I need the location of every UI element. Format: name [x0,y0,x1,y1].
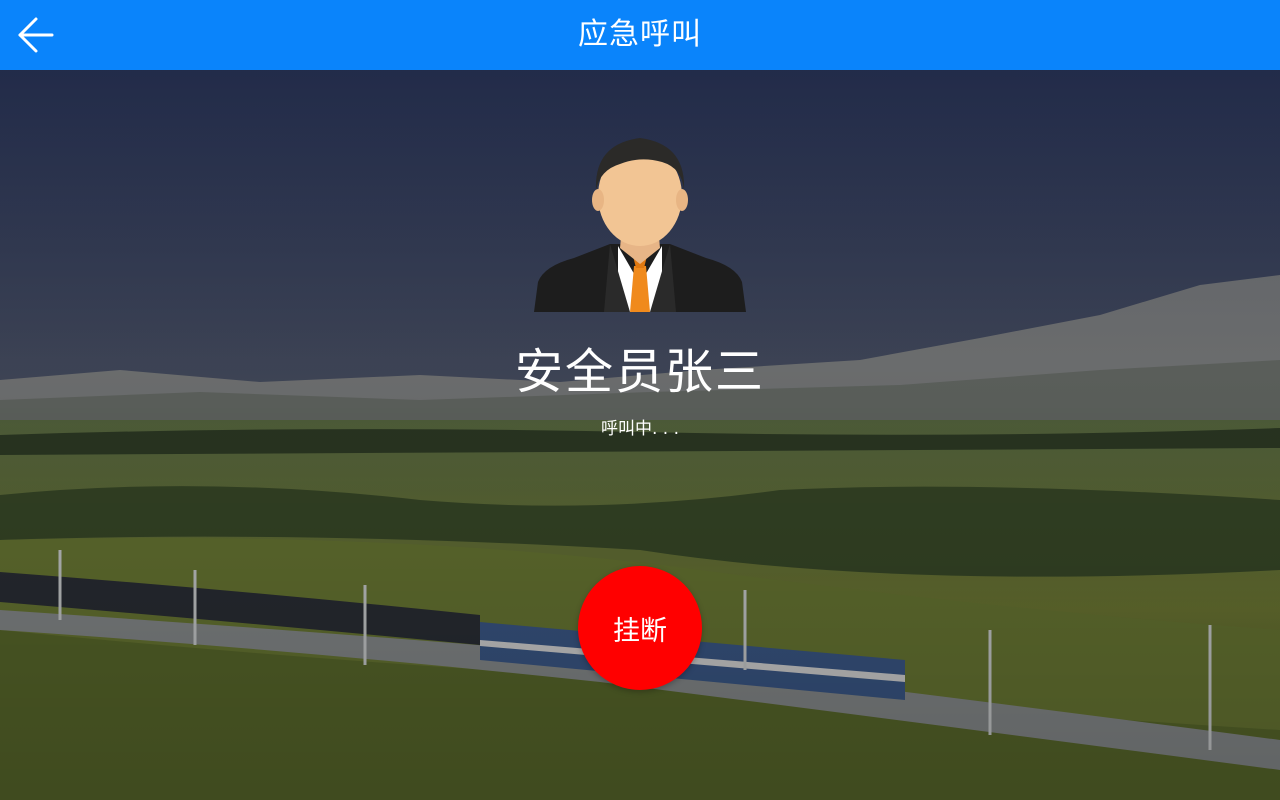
page-title: 应急呼叫 [578,17,702,52]
hangup-button-label: 挂断 [613,615,667,647]
caller-name: 安全员张三 [514,344,765,400]
call-panel: 安全员张三 呼叫中. . . 挂断 [0,70,1280,800]
app-header: 应急呼叫 [0,0,1280,70]
hangup-button[interactable]: 挂断 [578,566,702,690]
businessman-avatar-icon [534,138,746,312]
call-status-text: 呼叫中. . . [600,419,680,439]
